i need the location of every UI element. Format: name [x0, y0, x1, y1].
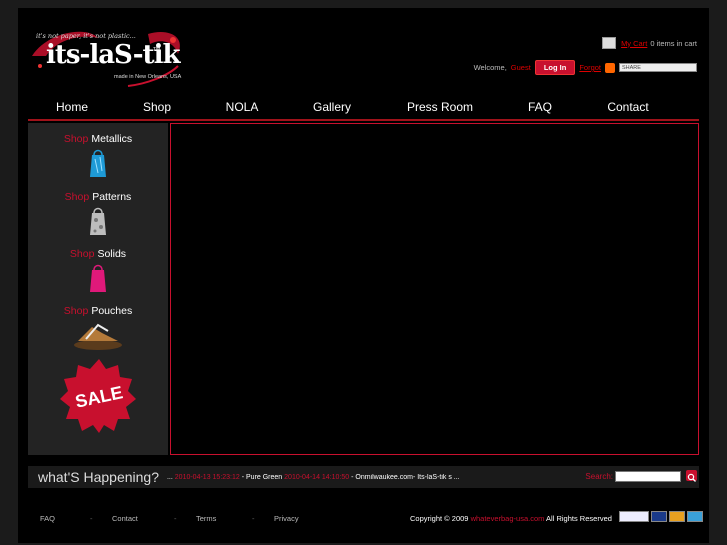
nav-nola[interactable]: NOLA — [198, 96, 286, 118]
footer-link-privacy[interactable]: Privacy — [274, 514, 299, 523]
footer: FAQ - Contact - Terms - Privacy Copyrigh… — [28, 510, 703, 526]
visa-icon — [651, 511, 667, 522]
amex-icon — [687, 511, 703, 522]
solid-bag-icon — [90, 264, 106, 292]
footer-link-faq[interactable]: FAQ — [40, 514, 55, 523]
footer-link-contact[interactable]: Contact — [112, 514, 138, 523]
sale-badge[interactable]: SALE — [60, 357, 138, 435]
nav-press-room[interactable]: Press Room — [378, 96, 502, 118]
ticker-lead: ... — [166, 473, 173, 481]
cart-icon — [602, 37, 617, 49]
site-link[interactable]: whateverbag-usa.com — [471, 514, 545, 523]
nav-home[interactable]: Home — [28, 96, 116, 118]
news-date: 2010-04-13 15:23:12 — [174, 473, 240, 481]
nav-contact[interactable]: Contact — [578, 96, 678, 118]
news-date: 2010-04-14 14:10:50 — [284, 473, 350, 481]
login-button[interactable]: Log In — [534, 60, 576, 75]
rss-icon[interactable] — [605, 62, 615, 73]
pattern-bag-icon — [90, 207, 106, 235]
shop-word: Shop — [64, 191, 90, 203]
footer-separator: - — [174, 514, 177, 523]
page-frame: it's not paper, it's not plastic... its-… — [18, 8, 709, 543]
sidebar-item-metallics[interactable]: Shop Metallics — [28, 133, 168, 179]
my-cart-link[interactable]: My Cart — [621, 39, 647, 48]
mastercard-icon — [669, 511, 685, 522]
sidebar-item-pouches[interactable]: Shop Pouches — [28, 305, 168, 351]
main-content — [170, 123, 699, 455]
nav-shop[interactable]: Shop — [116, 96, 198, 118]
metallic-bag-icon — [90, 149, 106, 177]
sidebar-item-solids[interactable]: Shop Solids — [28, 248, 168, 294]
logo-brand: its-laS-tik — [46, 40, 180, 70]
nav-faq[interactable]: FAQ — [502, 96, 578, 118]
payment-logos — [619, 511, 703, 522]
pouch-icon — [74, 323, 122, 350]
shop-word: Shop — [63, 133, 89, 145]
logo-trademark: TM — [153, 47, 161, 53]
sidebar-item-label: Solids — [97, 248, 127, 260]
cart-summary: My Cart 0 items in cart — [602, 37, 697, 49]
news-ticker[interactable]: ... 2010-04-13 15:23:12 - Pure Green 201… — [167, 474, 497, 481]
share-widget[interactable]: SHARE — [619, 63, 697, 72]
search-button[interactable] — [686, 470, 697, 482]
search-label: Search: — [585, 472, 613, 481]
logo-tagline: it's not paper, it's not plastic... — [36, 32, 136, 40]
copyright-text: Copyright © 2009 — [410, 514, 469, 523]
sidebar-item-label: Metallics — [91, 133, 133, 145]
main-nav: Home Shop NOLA Gallery Press Room FAQ Co… — [28, 96, 699, 118]
news-item[interactable]: - Pure Green — [242, 474, 282, 481]
rights-text: All Rights Reserved — [546, 514, 612, 523]
paypal-icon — [619, 511, 649, 522]
welcome-text: Welcome, — [473, 63, 507, 72]
logo-made-in: made in New Orleans, USA — [114, 74, 182, 80]
cart-count: 0 items in cart — [650, 38, 697, 48]
nav-gallery[interactable]: Gallery — [286, 96, 378, 118]
news-bar: what'S Happening? ... 2010-04-13 15:23:1… — [28, 466, 699, 488]
shop-word: Shop — [69, 248, 95, 260]
guest-name: Guest — [510, 63, 531, 72]
sidebar-item-patterns[interactable]: Shop Patterns — [28, 191, 168, 237]
search-input[interactable] — [615, 471, 681, 482]
footer-separator: - — [90, 514, 93, 523]
footer-separator: - — [252, 514, 255, 523]
nav-divider — [28, 119, 699, 121]
footer-link-terms[interactable]: Terms — [196, 514, 216, 523]
news-title: what'S Happening? — [38, 469, 159, 485]
sidebar: ShopMetallics ShopPatterns ShopSolids — [28, 123, 168, 455]
copyright: Copyright © 2009 whateverbag-usa.com All… — [410, 514, 612, 523]
share-label: SHARE — [622, 64, 641, 71]
user-bar: Welcome, Guest Log In Forgot SHARE — [474, 60, 697, 75]
news-item[interactable]: - Onmilwaukee.com- Its-laS-tik s ... — [351, 474, 460, 481]
forgot-link[interactable]: Forgot — [579, 63, 601, 72]
sidebar-item-label: Pouches — [91, 305, 133, 317]
sidebar-item-label: Patterns — [92, 191, 132, 203]
search-icon — [687, 473, 696, 482]
shop-word: Shop — [63, 305, 89, 317]
site-logo[interactable]: it's not paper, it's not plastic... its-… — [28, 26, 188, 92]
